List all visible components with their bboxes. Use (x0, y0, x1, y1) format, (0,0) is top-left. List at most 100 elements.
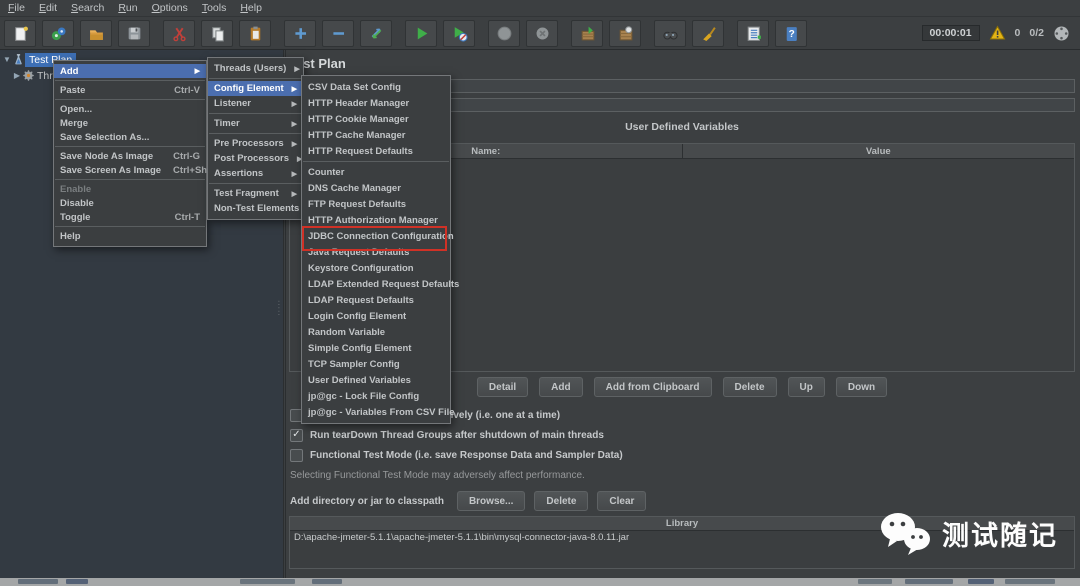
help-button[interactable]: ? (775, 19, 807, 47)
new-file-button[interactable] (4, 19, 36, 47)
menu-item-jp-gc-lock-file-config[interactable]: jp@gc - Lock File Config (302, 388, 450, 404)
unchecked-checkbox-icon (290, 448, 303, 462)
function-helper-button[interactable] (737, 19, 769, 47)
submenu-arrow-icon: ▶ (291, 140, 298, 148)
menu-item-jp-gc-variables-from-csv-file[interactable]: jp@gc - Variables From CSV File (302, 404, 455, 420)
checkbox-label: Run tearDown Thread Groups after shutdow… (310, 429, 604, 441)
submenu-arrow-icon: ▶ (291, 190, 297, 198)
menu-item-http-cache-manager[interactable]: HTTP Cache Manager (302, 127, 450, 143)
menu-item-help[interactable]: Help (54, 229, 206, 243)
menu-item-label: Pre Processors (214, 138, 284, 149)
start-no-timers-button[interactable] (443, 19, 475, 47)
menu-item-assertions[interactable]: Assertions ▶ (208, 166, 303, 181)
menu-item-random-variable[interactable]: Random Variable (302, 324, 450, 340)
toggle-button[interactable] (360, 19, 392, 47)
menubar-item-options[interactable]: Options (152, 2, 188, 14)
menubar-item-file[interactable]: File (8, 2, 25, 14)
menu-item-dns-cache-manager[interactable]: DNS Cache Manager (302, 180, 450, 196)
tree-node-thread-group[interactable]: ▶ Thre (12, 68, 53, 83)
menu-item-toggle[interactable]: Toggle Ctrl-T (54, 210, 206, 224)
clear-button[interactable]: Clear (597, 491, 647, 511)
menu-item-non-test-elements[interactable]: Non-Test Elements▶ (208, 201, 313, 216)
delete-button[interactable]: Delete (722, 377, 777, 397)
templates-button[interactable] (42, 19, 74, 47)
menu-item-keystore-configuration[interactable]: Keystore Configuration (302, 260, 450, 276)
up-button[interactable]: Up (787, 377, 825, 397)
remove-element-button[interactable] (322, 19, 354, 47)
expand-collapse-icon[interactable]: ▼ (2, 55, 12, 64)
menu-item-label: Help (60, 230, 81, 242)
tree-node-label: Thre (37, 69, 53, 82)
add-button[interactable]: Add (539, 377, 583, 397)
detail-button[interactable]: Detail (476, 377, 529, 397)
toolbar: ? 00:00:01 0 0/2 (0, 17, 1080, 50)
checked-checkbox-icon: ✓ (290, 428, 303, 442)
menu-item-paste[interactable]: Paste Ctrl-V (54, 83, 206, 97)
shutdown-button[interactable] (526, 19, 558, 47)
menu-item-config-element[interactable]: Config Element ▶ (208, 81, 303, 96)
menu-item-pre-processors[interactable]: Pre Processors ▶ (208, 136, 303, 151)
menu-item-http-request-defaults[interactable]: HTTP Request Defaults (302, 143, 450, 159)
menu-item-disable[interactable]: Disable (54, 196, 206, 210)
menu-item-simple-config-element[interactable]: Simple Config Element (302, 340, 450, 356)
menu-item-csv-data-set-config[interactable]: CSV Data Set Config (302, 79, 450, 95)
test-plan-icon (15, 54, 22, 65)
remote-stop-button[interactable] (609, 19, 641, 47)
menubar-item-run[interactable]: Run (118, 2, 137, 14)
stop-button[interactable] (488, 19, 520, 47)
menu-item-user-defined-variables[interactable]: User Defined Variables (302, 372, 450, 388)
menu-item-save-selection-as[interactable]: Save Selection As... (54, 130, 206, 144)
menu-item-ldap-request-defaults[interactable]: LDAP Request Defaults (302, 292, 450, 308)
menu-item-ftp-request-defaults[interactable]: FTP Request Defaults (302, 196, 450, 212)
menu-item-test-fragment[interactable]: Test Fragment ▶ (208, 186, 303, 201)
menu-item-enable[interactable]: Enable (54, 182, 206, 196)
menubar-item-edit[interactable]: Edit (39, 2, 57, 14)
add-element-button[interactable] (284, 19, 316, 47)
save-button[interactable] (118, 19, 150, 47)
highlight-box-jdbc (302, 226, 447, 251)
open-folder-icon (89, 29, 103, 40)
menu-item-merge[interactable]: Merge (54, 116, 206, 130)
menu-item-timer[interactable]: Timer ▶ (208, 116, 303, 131)
menu-item-label: Keystore Configuration (308, 262, 414, 274)
menubar-item-help[interactable]: Help (240, 2, 262, 14)
down-button[interactable]: Down (835, 377, 888, 397)
delete-button[interactable]: Delete (534, 491, 589, 511)
checkbox-run-teardown-thread-groups-after-shutdow[interactable]: ✓ Run tearDown Thread Groups after shutdo… (290, 428, 604, 442)
cut-button[interactable] (163, 19, 195, 47)
toolbar-status: 00:00:01 0 0/2 (921, 25, 1070, 42)
menu-item-login-config-element[interactable]: Login Config Element (302, 308, 450, 324)
expand-collapse-icon[interactable]: ▶ (12, 71, 22, 80)
remote-start-button[interactable] (571, 19, 603, 47)
search-group (654, 19, 724, 47)
copy-button[interactable] (201, 19, 233, 47)
menu-item-http-cookie-manager[interactable]: HTTP Cookie Manager (302, 111, 450, 127)
functional-mode-note: Selecting Functional Test Mode may adver… (290, 470, 585, 481)
clear-all-button[interactable] (692, 19, 724, 47)
menu-item-ldap-extended-request-defaults[interactable]: LDAP Extended Request Defaults (302, 276, 459, 292)
menu-item-http-header-manager[interactable]: HTTP Header Manager (302, 95, 450, 111)
paste-button[interactable] (239, 19, 271, 47)
menu-separator (209, 78, 302, 79)
menu-item-open[interactable]: Open... (54, 102, 206, 116)
browse-button[interactable]: Browse... (456, 491, 526, 511)
add-from-clipboard-button[interactable]: Add from Clipboard (593, 377, 712, 397)
menu-item-save-node-as-image[interactable]: Save Node As Image Ctrl-G (54, 149, 206, 163)
menubar-item-tools[interactable]: Tools (202, 2, 227, 14)
open-button[interactable] (80, 19, 112, 47)
menubar-item-search[interactable]: Search (71, 2, 104, 14)
start-button[interactable] (405, 19, 437, 47)
help-icon: ? (786, 26, 797, 41)
menu-item-listener[interactable]: Listener ▶ (208, 96, 303, 111)
menu-item-tcp-sampler-config[interactable]: TCP Sampler Config (302, 356, 450, 372)
checkbox-functional-test-mode-i-e-save-response-d[interactable]: Functional Test Mode (i.e. save Response… (290, 448, 623, 462)
column-header-value[interactable]: Value (683, 144, 1075, 158)
menu-item-add[interactable]: Add ▶ (54, 64, 206, 78)
menu-item-post-processors[interactable]: Post Processors ▶ (208, 151, 303, 166)
menu-separator (209, 113, 302, 114)
menu-item-threads-users[interactable]: Threads (Users) ▶ (208, 61, 303, 76)
menu-item-counter[interactable]: Counter (302, 164, 450, 180)
menu-item-save-screen-as-image[interactable]: Save Screen As Image Ctrl+Shift-G (54, 163, 227, 177)
warning-icon[interactable] (989, 25, 1006, 41)
search-button[interactable] (654, 19, 686, 47)
